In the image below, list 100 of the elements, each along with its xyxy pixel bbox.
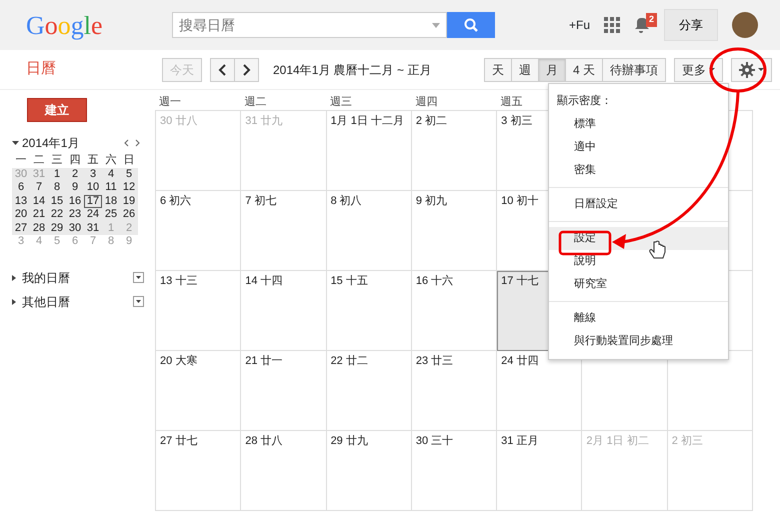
mini-calendar-day[interactable]: 19 <box>120 194 138 208</box>
day-cell[interactable]: 22 廿二 <box>326 351 412 431</box>
mini-calendar-day[interactable]: 7 <box>30 181 48 194</box>
mini-calendar-day[interactable]: 4 <box>102 168 120 181</box>
day-cell[interactable]: 8 初八 <box>326 191 412 271</box>
chevron-left-icon <box>218 64 227 76</box>
calendar-list-title[interactable]: 其他日曆 <box>22 292 70 310</box>
calendar-list-title[interactable]: 我的日曆 <box>22 268 70 286</box>
mini-calendar-title: 2014年1月 <box>22 135 80 152</box>
day-cell[interactable]: 27 廿七 <box>156 431 242 511</box>
chevron-left-icon[interactable] <box>124 139 129 147</box>
caret-icon <box>758 68 764 71</box>
weekday-label: 日 <box>122 154 136 168</box>
view-tab[interactable]: 4 天 <box>566 58 603 82</box>
settings-button[interactable] <box>731 58 772 82</box>
mini-calendar-day[interactable]: 5 <box>120 168 138 181</box>
mini-calendar-day[interactable]: 6 <box>12 181 30 194</box>
weekday-label: 六 <box>104 154 118 168</box>
collapse-triangle-icon[interactable] <box>12 141 19 145</box>
mini-calendar-day[interactable]: 31 <box>84 222 102 235</box>
day-cell[interactable]: 13 十三 <box>156 271 242 351</box>
day-cell[interactable]: 21 廿一 <box>241 351 327 431</box>
mini-calendar-day[interactable]: 23 <box>66 208 84 222</box>
mini-calendar-day[interactable]: 14 <box>30 194 48 208</box>
chevron-right-icon[interactable] <box>135 139 140 147</box>
mini-calendar-day[interactable]: 26 <box>120 208 138 222</box>
apps-grid-icon[interactable] <box>604 17 620 33</box>
mini-calendar-day[interactable]: 20 <box>12 208 30 222</box>
avatar[interactable] <box>732 12 758 38</box>
weekday-header: 週一 <box>158 94 181 110</box>
notification-count: 2 <box>646 13 657 26</box>
weekday-label: 五 <box>86 154 100 168</box>
mini-calendar-day[interactable]: 29 <box>48 222 66 235</box>
create-button[interactable]: 建立 <box>27 98 87 122</box>
mini-calendar-day[interactable]: 30 <box>66 222 84 235</box>
more-button[interactable]: 更多 <box>674 58 723 82</box>
mini-calendar-day[interactable]: 16 <box>66 194 84 208</box>
weekday-header: 週三 <box>328 94 352 110</box>
day-cell[interactable]: 20 大寒 <box>156 351 242 431</box>
day-cell[interactable]: 28 廿八 <box>241 431 327 511</box>
view-tab[interactable]: 天 <box>484 58 512 82</box>
menu-heading: 顯示密度： <box>556 94 613 109</box>
hand-cursor-icon <box>649 240 666 258</box>
mini-calendar-day[interactable]: 17 <box>84 194 102 208</box>
day-cell[interactable]: 31 正月 <box>497 431 582 511</box>
day-cell[interactable]: 14 十四 <box>241 271 327 351</box>
app-title: 日曆 <box>26 59 57 80</box>
day-cell[interactable]: 7 初七 <box>241 191 327 271</box>
mini-calendar-day[interactable]: 1 <box>48 168 66 181</box>
view-tab[interactable]: 月 <box>538 58 566 82</box>
previous-button[interactable] <box>210 58 235 82</box>
weekday-header: 週五 <box>500 94 523 110</box>
annotation-circle <box>710 48 766 92</box>
mini-calendar-day[interactable]: 3 <box>84 168 102 181</box>
expand-triangle-icon[interactable] <box>12 274 18 280</box>
next-button[interactable] <box>235 58 259 82</box>
weekday-label: 三 <box>50 154 64 168</box>
day-cell[interactable]: 15 十五 <box>326 271 412 351</box>
day-cell[interactable]: 23 廿三 <box>412 351 498 431</box>
weekday-label: 四 <box>68 154 82 168</box>
bell-icon[interactable] <box>634 17 650 33</box>
mini-calendar-day[interactable]: 11 <box>102 181 120 194</box>
view-tab[interactable]: 待辦事項 <box>603 58 666 82</box>
day-cell[interactable]: 2 初二 <box>412 111 498 191</box>
day-cell[interactable]: 29 廿九 <box>326 431 412 511</box>
mini-calendar-day[interactable]: 21 <box>30 208 48 222</box>
mini-calendar-day[interactable]: 28 <box>30 222 48 235</box>
weekday-label: 二 <box>32 154 46 168</box>
search-icon <box>464 18 478 32</box>
weekday-header: 週二 <box>243 94 266 110</box>
annotation-rectangle <box>558 230 612 256</box>
weekday-header: 週四 <box>414 94 438 110</box>
mini-calendar-day[interactable]: 22 <box>48 208 66 222</box>
chevron-right-icon <box>242 64 251 76</box>
mini-calendar-day[interactable]: 8 <box>48 181 66 194</box>
mini-calendar-day[interactable]: 27 <box>12 222 30 235</box>
dropdown-icon[interactable] <box>133 272 144 283</box>
share-button[interactable]: 分享 <box>664 9 718 41</box>
settings-icon <box>739 62 755 78</box>
mini-calendar-day[interactable]: 12 <box>120 181 138 194</box>
mini-calendar-day[interactable]: 18 <box>102 194 120 208</box>
day-cell[interactable]: 1月 1日 十二月 <box>326 111 412 191</box>
profile-link[interactable]: +Fu <box>568 16 590 34</box>
mini-calendar-day[interactable]: 13 <box>12 194 30 208</box>
dropdown-icon[interactable] <box>133 296 144 307</box>
mini-calendar-day[interactable]: 25 <box>102 208 120 222</box>
search-button[interactable] <box>447 12 495 38</box>
mini-calendar-day[interactable]: 2 <box>66 168 84 181</box>
mini-calendar-day[interactable]: 15 <box>48 194 66 208</box>
date-range: 2014年1月 農曆十二月 ~ 正月 <box>273 62 432 78</box>
day-cell[interactable]: 30 三十 <box>412 431 498 511</box>
view-tab[interactable]: 週 <box>512 58 539 82</box>
mini-calendar-day[interactable]: 24 <box>84 208 102 222</box>
expand-triangle-icon[interactable] <box>12 298 18 304</box>
weekday-label: 一 <box>14 154 28 168</box>
mini-calendar-day[interactable]: 10 <box>84 181 102 194</box>
mini-calendar-day[interactable]: 9 <box>66 181 84 194</box>
search-field[interactable]: 搜尋日曆 <box>172 12 447 38</box>
day-cell[interactable]: 6 初六 <box>156 191 242 271</box>
day-cell[interactable]: 9 初九 <box>412 191 498 271</box>
